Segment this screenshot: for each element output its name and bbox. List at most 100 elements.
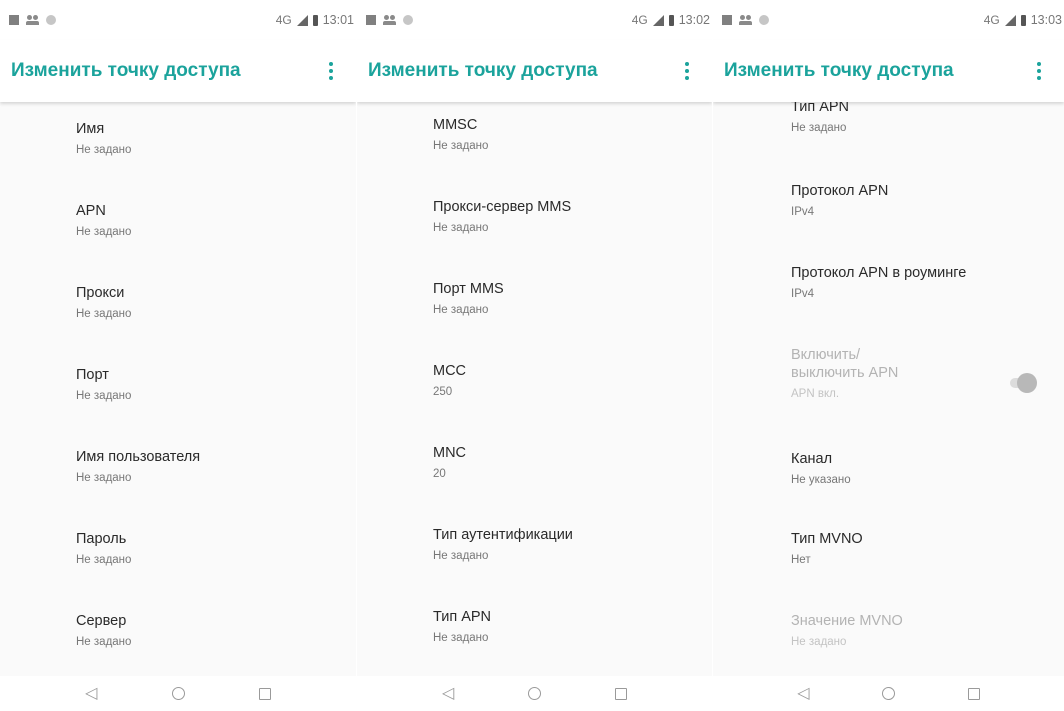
pref-title: MMSC	[433, 117, 478, 133]
pref-title: Имя пользователя	[76, 449, 201, 465]
home-icon[interactable]	[528, 687, 542, 700]
home-icon[interactable]	[882, 687, 896, 700]
home-icon[interactable]	[171, 687, 185, 700]
signal-icon	[652, 14, 664, 26]
apn-toggle-switch[interactable]	[1007, 373, 1037, 393]
pref-apn-enable[interactable]: Включить/ выключить APN APN вкл.	[791, 346, 1054, 416]
pref-summary: 250	[433, 386, 453, 398]
pref-apn[interactable]: APN Не задано	[76, 202, 346, 266]
app-bar: Изменить точку доступа	[357, 40, 712, 102]
recents-icon[interactable]	[615, 687, 628, 700]
pref-proxy[interactable]: Прокси Не задано	[76, 284, 346, 348]
pref-bearer[interactable]: Канал Не указано	[791, 450, 1054, 514]
overflow-menu-icon[interactable]	[320, 56, 342, 86]
recents-icon[interactable]	[258, 687, 271, 700]
pref-mcc[interactable]: MCC 250	[433, 362, 702, 426]
image-icon	[366, 15, 376, 25]
pref-username[interactable]: Имя пользователя Не задано	[76, 448, 346, 512]
image-icon	[722, 15, 732, 25]
status-time: 13:01	[322, 13, 354, 27]
pref-summary: IPv4	[791, 288, 815, 300]
back-icon[interactable]: ◁	[442, 685, 454, 702]
status-bar: 4G 13:01	[0, 0, 356, 40]
three-screenshots: 4G 13:01 Изменить точку доступа Имя Не з…	[0, 0, 1064, 711]
pref-mnc[interactable]: MNC 20	[433, 444, 702, 508]
pref-apn-type[interactable]: Тип APN Не задано	[791, 102, 1054, 162]
pref-title: Прокси	[76, 285, 125, 301]
overflow-menu-icon[interactable]	[676, 56, 698, 86]
circle-icon	[46, 15, 56, 25]
preference-list: Имя Не задано APN Не задано Прокси Не за…	[0, 102, 356, 676]
network-type: 4G	[983, 13, 1000, 27]
overflow-menu-icon[interactable]	[1028, 56, 1050, 86]
pref-title: Пароль	[76, 531, 127, 547]
pref-summary: Не задано	[791, 122, 847, 134]
page-title: Изменить точку доступа	[724, 60, 954, 81]
pref-password[interactable]: Пароль Не задано	[76, 530, 346, 594]
people-icon	[739, 15, 752, 25]
pref-summary: Не задано	[76, 636, 132, 648]
circle-icon	[759, 15, 769, 25]
pref-server[interactable]: Сервер Не задано	[76, 612, 346, 676]
signal-icon	[1004, 14, 1016, 26]
app-bar: Изменить точку доступа	[0, 40, 356, 102]
network-type: 4G	[275, 13, 292, 27]
pref-apn-type[interactable]: Тип APN Не задано	[433, 608, 702, 672]
navigation-bar: ◁	[357, 676, 712, 711]
pref-summary: Не задано	[76, 308, 132, 320]
pref-title: APN	[76, 203, 106, 219]
pref-mms-port[interactable]: Порт MMS Не задано	[433, 280, 702, 344]
pref-title: Протокол APN в роуминге	[791, 265, 967, 281]
battery-icon	[312, 14, 318, 26]
pref-title: Прокси-сервер MMS	[433, 199, 572, 215]
pref-name[interactable]: Имя Не задано	[76, 120, 346, 184]
pref-summary: Не указано	[791, 474, 851, 486]
pref-summary: Не задано	[433, 304, 489, 316]
pref-title: Тип APN	[791, 102, 850, 115]
pref-title: MCC	[433, 363, 467, 379]
pref-summary: Нет	[791, 554, 811, 566]
pref-mmsc[interactable]: MMSC Не задано	[433, 116, 702, 180]
pref-title: Тип MVNO	[791, 531, 863, 547]
pref-apn-protocol[interactable]: Протокол APN IPv4	[791, 182, 1054, 246]
toggle-thumb	[1017, 373, 1037, 393]
page-title: Изменить точку доступа	[368, 60, 598, 81]
pref-summary: Не задано	[76, 554, 132, 566]
pref-summary: IPv4	[791, 206, 815, 218]
pref-summary: Не задано	[433, 222, 489, 234]
pref-title: MNC	[433, 445, 467, 461]
pref-title: Сервер	[76, 613, 127, 629]
battery-icon	[668, 14, 674, 26]
pref-title-line-1: Включить/	[791, 347, 861, 363]
pref-apn-roaming-protocol[interactable]: Протокол APN в роуминге IPv4	[791, 264, 1054, 328]
signal-icon	[296, 14, 308, 26]
circle-icon	[403, 15, 413, 25]
status-time: 13:03	[1030, 13, 1062, 27]
pref-title: Тип аутентификации	[433, 527, 573, 543]
preference-list: MMSC Не задано Прокси-сервер MMS Не зада…	[357, 102, 712, 676]
screen-2: 4G 13:02 Изменить точку доступа MMSC Не …	[357, 0, 712, 711]
back-icon[interactable]: ◁	[797, 685, 809, 702]
network-type: 4G	[631, 13, 648, 27]
preference-list: Тип APN Не задано Протокол APN IPv4 Прот…	[713, 102, 1064, 676]
pref-title: Тип APN	[433, 609, 492, 625]
pref-mms-proxy[interactable]: Прокси-сервер MMS Не задано	[433, 198, 702, 262]
pref-title: Протокол APN	[791, 183, 889, 199]
pref-summary: 20	[433, 468, 446, 480]
pref-port[interactable]: Порт Не задано	[76, 366, 346, 430]
people-icon	[26, 15, 39, 25]
pref-title: Порт MMS	[433, 281, 504, 297]
status-time: 13:02	[678, 13, 710, 27]
pref-mvno-value[interactable]: Значение MVNO Не задано	[791, 612, 1054, 676]
pref-mvno-type[interactable]: Тип MVNO Нет	[791, 530, 1054, 594]
pref-title: Канал	[791, 451, 833, 467]
image-icon	[9, 15, 19, 25]
pref-summary: Не задано	[76, 472, 132, 484]
status-bar: 4G 13:02	[357, 0, 712, 40]
pref-summary: Не задано	[433, 550, 489, 562]
back-icon[interactable]: ◁	[85, 685, 97, 702]
page-title: Изменить точку доступа	[11, 60, 241, 81]
pref-summary: Не задано	[433, 140, 489, 152]
pref-auth-type[interactable]: Тип аутентификации Не задано	[433, 526, 702, 590]
recents-icon[interactable]	[967, 687, 980, 700]
